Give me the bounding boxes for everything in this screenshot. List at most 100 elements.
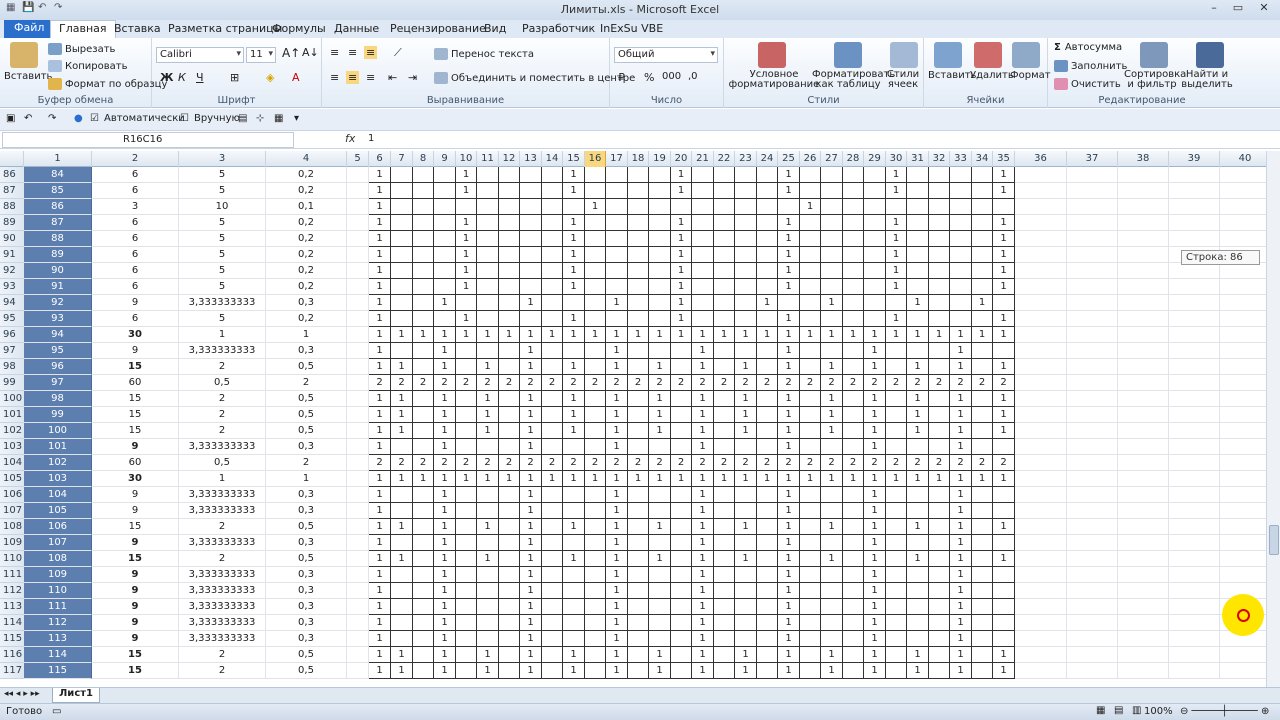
table-cell[interactable] (950, 263, 972, 279)
table-cell[interactable] (499, 279, 520, 295)
table-cell[interactable]: 1 (993, 663, 1015, 679)
table-cell[interactable] (972, 311, 993, 327)
table-cell[interactable] (628, 503, 649, 519)
table-cell[interactable]: 9 (92, 631, 179, 647)
table-cell[interactable] (585, 631, 606, 647)
sheet-tab[interactable]: Лист1 (52, 688, 100, 703)
table-cell[interactable]: 2 (606, 455, 628, 471)
table-cell[interactable] (499, 215, 520, 231)
table-cell[interactable] (757, 231, 778, 247)
table-cell[interactable]: 2 (800, 375, 821, 391)
table-cell[interactable]: 1 (692, 471, 714, 487)
table-cell[interactable] (499, 407, 520, 423)
table-cell[interactable] (972, 391, 993, 407)
table-cell[interactable]: 1 (778, 615, 800, 631)
table-cell[interactable] (1169, 311, 1220, 327)
table-cell[interactable]: 1 (369, 439, 391, 455)
table-cell[interactable]: 1 (864, 471, 886, 487)
table-cell[interactable]: 1 (821, 423, 843, 439)
table-cell[interactable] (542, 519, 563, 535)
table-cell[interactable] (563, 615, 585, 631)
table-cell[interactable]: 1 (950, 423, 972, 439)
table-cell[interactable] (1015, 199, 1067, 215)
table-cell[interactable] (821, 263, 843, 279)
table-cell[interactable] (456, 599, 477, 615)
table-cell[interactable] (413, 183, 434, 199)
table-cell[interactable] (692, 167, 714, 183)
table-cell[interactable] (1169, 407, 1220, 423)
table-cell[interactable] (950, 311, 972, 327)
table-cell[interactable]: 1 (563, 407, 585, 423)
table-cell[interactable]: 1 (477, 391, 499, 407)
table-cell[interactable] (843, 519, 864, 535)
table-cell[interactable]: 1 (563, 263, 585, 279)
table-cell[interactable] (929, 647, 950, 663)
table-cell[interactable]: 0,3 (266, 295, 347, 311)
table-cell[interactable]: 5 (179, 263, 266, 279)
format-painter-button[interactable]: Формат по образцу (48, 78, 167, 90)
table-cell[interactable] (542, 407, 563, 423)
table-cell[interactable]: 0,5 (179, 375, 266, 391)
table-cell[interactable] (413, 519, 434, 535)
table-cell[interactable]: 1 (821, 471, 843, 487)
table-cell[interactable]: 1 (520, 615, 542, 631)
table-cell[interactable]: 15 (92, 359, 179, 375)
table-cell[interactable] (800, 215, 821, 231)
table-cell[interactable] (671, 583, 692, 599)
table-cell[interactable] (499, 551, 520, 567)
table-cell[interactable] (886, 631, 907, 647)
table-cell[interactable]: 1 (369, 407, 391, 423)
scroll-thumb[interactable] (1269, 525, 1279, 555)
table-cell[interactable] (628, 215, 649, 231)
table-cell[interactable]: 1 (369, 663, 391, 679)
table-cell[interactable] (843, 343, 864, 359)
table-cell[interactable] (692, 215, 714, 231)
table-cell[interactable]: 2 (179, 647, 266, 663)
table-cell[interactable]: 0,2 (266, 183, 347, 199)
row-header[interactable]: 102 (0, 423, 24, 439)
table-cell[interactable]: 9 (92, 439, 179, 455)
table-cell[interactable]: 100 (24, 423, 92, 439)
table-cell[interactable] (714, 663, 735, 679)
table-cell[interactable]: 1 (929, 471, 950, 487)
table-cell[interactable] (757, 663, 778, 679)
table-cell[interactable]: 2 (542, 455, 563, 471)
table-cell[interactable] (499, 519, 520, 535)
table-cell[interactable] (628, 647, 649, 663)
table-cell[interactable] (1015, 439, 1067, 455)
table-cell[interactable]: 1 (800, 199, 821, 215)
table-cell[interactable] (1220, 199, 1266, 215)
table-cell[interactable]: 1 (477, 327, 499, 343)
format-table-button[interactable]: Форматировать как таблицу (812, 70, 895, 90)
table-cell[interactable]: 1 (671, 231, 692, 247)
table-cell[interactable]: 1 (993, 359, 1015, 375)
table-cell[interactable] (585, 647, 606, 663)
table-cell[interactable] (1169, 391, 1220, 407)
table-cell[interactable]: 113 (24, 631, 92, 647)
table-cell[interactable] (843, 231, 864, 247)
table-cell[interactable] (499, 647, 520, 663)
table-cell[interactable] (1015, 279, 1067, 295)
table-cell[interactable] (1169, 551, 1220, 567)
table-cell[interactable]: 1 (993, 183, 1015, 199)
column-header[interactable]: 23 (735, 151, 757, 167)
table-cell[interactable]: 1 (993, 247, 1015, 263)
table-cell[interactable]: 1 (606, 487, 628, 503)
table-cell[interactable] (347, 199, 369, 215)
row-header[interactable]: 88 (0, 199, 24, 215)
table-cell[interactable] (499, 663, 520, 679)
table-cell[interactable]: 0,3 (266, 343, 347, 359)
table-cell[interactable] (757, 439, 778, 455)
table-cell[interactable] (1067, 567, 1118, 583)
table-cell[interactable] (1169, 183, 1220, 199)
table-cell[interactable] (907, 311, 929, 327)
table-cell[interactable] (649, 215, 671, 231)
table-cell[interactable] (1067, 279, 1118, 295)
table-cell[interactable] (585, 343, 606, 359)
table-cell[interactable]: 1 (671, 167, 692, 183)
table-cell[interactable] (757, 359, 778, 375)
table-cell[interactable] (499, 199, 520, 215)
table-cell[interactable]: 1 (671, 311, 692, 327)
table-cell[interactable]: 102 (24, 455, 92, 471)
table-cell[interactable] (800, 311, 821, 327)
